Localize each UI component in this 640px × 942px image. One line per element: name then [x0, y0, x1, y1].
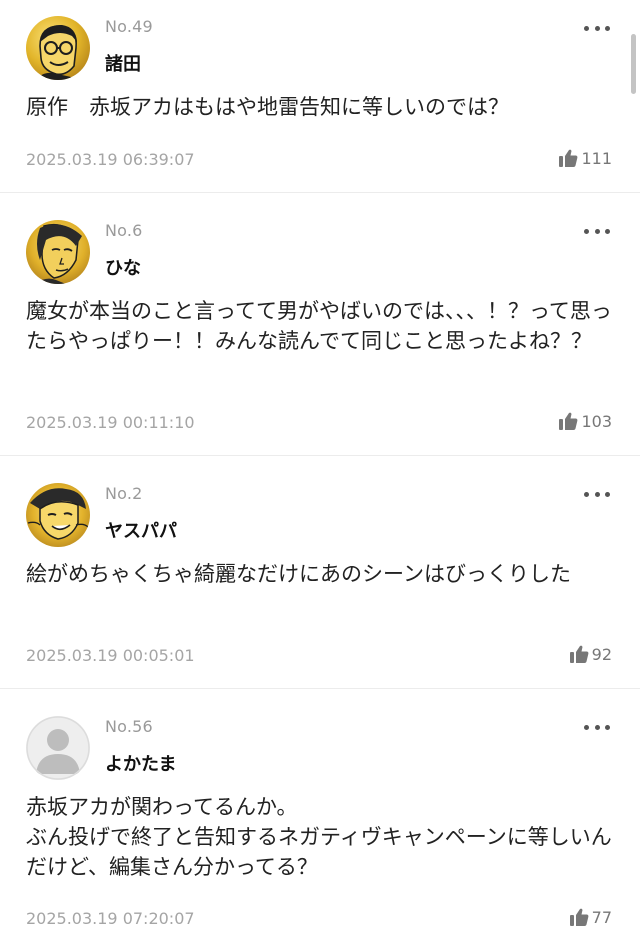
- thumbs-up-icon: [559, 149, 578, 167]
- like-count: 111: [581, 148, 612, 168]
- comment-timestamp: 2025.03.19 07:20:07: [26, 909, 195, 928]
- avatar[interactable]: [26, 220, 90, 284]
- more-options-icon[interactable]: [584, 226, 610, 236]
- default-user-icon: [26, 716, 90, 780]
- more-options-icon[interactable]: [584, 23, 610, 33]
- thumbs-up-icon: [569, 645, 589, 663]
- like-button[interactable]: 111: [558, 148, 612, 168]
- avatar[interactable]: [26, 716, 90, 780]
- comment-timestamp: 2025.03.19 06:39:07: [26, 150, 195, 169]
- comment-author[interactable]: 諸田: [105, 50, 141, 76]
- avatar[interactable]: [26, 16, 90, 80]
- comment-author[interactable]: ひな: [105, 254, 141, 280]
- comment-number: No.2: [105, 484, 143, 503]
- avatar-image: [26, 220, 90, 284]
- comment-text: 赤坂アカが関わってるんか。 ぶん投げで終了と告知するネガティヴキャンペーンに等し…: [26, 795, 612, 879]
- comment-text: 原作 赤坂アカはもはや地雷告知に等しいのでは？: [26, 95, 509, 119]
- comment-timestamp: 2025.03.19 00:05:01: [26, 646, 195, 665]
- comment-item: No.49 諸田 原作 赤坂アカはもはや地雷告知に等しいのでは？ 2025.03…: [0, 0, 640, 193]
- avatar-image: [26, 483, 90, 547]
- like-button[interactable]: 92: [569, 644, 612, 664]
- more-options-icon[interactable]: [584, 722, 610, 732]
- like-count: 77: [591, 907, 612, 927]
- comment-number: No.49: [105, 17, 153, 36]
- comment-number: No.6: [105, 221, 143, 240]
- comment-item: No.2 ヤスパパ 絵がめちゃくちゃ綺麗なだけにあのシーンはびっくりした 202…: [0, 456, 640, 689]
- comment-timestamp: 2025.03.19 00:11:10: [26, 413, 195, 432]
- avatar-image: [26, 16, 90, 80]
- comment-text: 絵がめちゃくちゃ綺麗なだけにあのシーンはびっくりした: [26, 562, 571, 586]
- avatar[interactable]: [26, 483, 90, 547]
- like-count: 92: [591, 644, 612, 664]
- thumbs-up-icon: [569, 908, 589, 926]
- comment-author[interactable]: よかたま: [105, 750, 176, 776]
- thumbs-up-icon: [559, 412, 578, 430]
- comment-author[interactable]: ヤスパパ: [105, 517, 177, 543]
- comment-number: No.56: [105, 717, 153, 736]
- like-button[interactable]: 77: [569, 907, 612, 927]
- more-options-icon[interactable]: [584, 489, 610, 499]
- like-count: 103: [581, 411, 612, 431]
- like-button[interactable]: 103: [558, 411, 612, 431]
- comment-item: No.56 よかたま 赤坂アカが関わってるんか。 ぶん投げで終了と告知するネガテ…: [0, 689, 640, 942]
- comment-item: No.6 ひな 魔女が本当のこと言ってて男がやばいのでは、、、！？って思ったらや…: [0, 193, 640, 456]
- comment-text: 魔女が本当のこと言ってて男がやばいのでは、、、！？って思ったらやっぱりー！！みん…: [26, 299, 612, 353]
